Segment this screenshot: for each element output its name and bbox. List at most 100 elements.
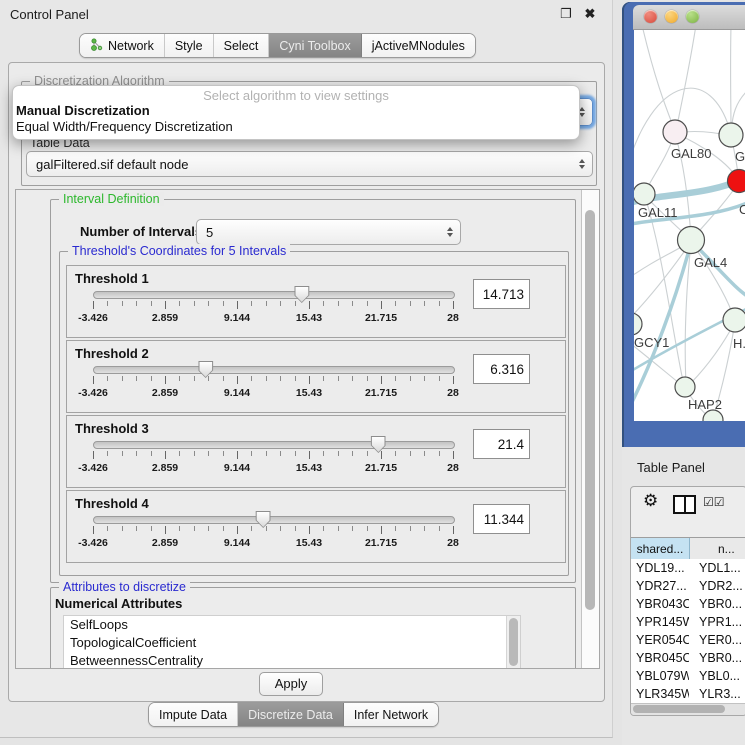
- slider-ticks: [93, 526, 453, 535]
- network-canvas[interactable]: GAL80 G... C... GAL11 GAL4 GCY1 H... HAP…: [634, 30, 745, 421]
- table-row[interactable]: YDL19...YDL1...: [631, 559, 745, 577]
- node-label-gal11: GAL11: [638, 205, 678, 220]
- tab-impute-data[interactable]: Impute Data: [149, 703, 238, 726]
- threshold-value-field[interactable]: 6.316: [473, 354, 530, 384]
- threshold-slider[interactable]: [93, 366, 455, 374]
- list-item[interactable]: TopologicalCoefficient: [64, 634, 520, 652]
- close-icon[interactable]: ✖: [582, 6, 598, 22]
- table-row[interactable]: YBR043CYBR0...: [631, 595, 745, 613]
- table-cell: YER054C: [631, 631, 689, 649]
- table-cell: YDR2...: [689, 577, 745, 595]
- slider-ticks: [93, 301, 453, 310]
- zoom-traffic-light-icon[interactable]: [686, 10, 699, 23]
- table-data-combobox[interactable]: galFiltered.sif default node: [26, 151, 593, 177]
- network-view-window: GAL80 G... C... GAL11 GAL4 GCY1 H... HAP…: [622, 2, 745, 447]
- num-intervals-value: 5: [206, 225, 213, 240]
- close-traffic-light-icon[interactable]: [644, 10, 657, 23]
- node-h[interactable]: [723, 308, 745, 332]
- node-gal11[interactable]: [634, 183, 655, 205]
- node-label-h: H...: [733, 336, 745, 351]
- node-gal4[interactable]: [678, 227, 705, 254]
- table-row[interactable]: YBR045CYBR0...: [631, 649, 745, 667]
- table-panel: Table Panel ⚙ ☑☑ shared... n... YDL19...…: [622, 447, 745, 745]
- table-data-value: galFiltered.sif default node: [36, 157, 188, 172]
- table-row[interactable]: YLR345WYLR3...: [631, 685, 745, 703]
- node-label-gcy1: GCY1: [634, 335, 669, 350]
- tab-label: Impute Data: [159, 708, 227, 722]
- threshold-slider[interactable]: [93, 291, 455, 299]
- threshold-slider[interactable]: [93, 441, 455, 449]
- threshold-slider[interactable]: [93, 516, 455, 524]
- threshold-row: Threshold 2 -3.4262.8599.14415.4321.7152…: [66, 340, 566, 413]
- tab-discretize-data[interactable]: Discretize Data: [238, 703, 344, 726]
- table-row[interactable]: YDR27...YDR2...: [631, 577, 745, 595]
- apply-button[interactable]: Apply: [259, 672, 323, 696]
- dropdown-option-manual[interactable]: Manual Discretization: [13, 103, 579, 119]
- list-item[interactable]: BetweennessCentrality: [64, 652, 520, 669]
- table-hscrollbar[interactable]: [631, 703, 745, 715]
- minimize-traffic-light-icon[interactable]: [665, 10, 678, 23]
- threshold-value-field[interactable]: 11.344: [473, 504, 530, 534]
- node-label-gal80: GAL80: [671, 146, 711, 161]
- table-row[interactable]: YPR145WYPR1...: [631, 613, 745, 631]
- list-scrollbar[interactable]: [506, 616, 520, 669]
- column-header-name[interactable]: n...: [690, 538, 745, 560]
- node-red-selected[interactable]: [728, 170, 745, 193]
- show-columns-checkboxes-icon[interactable]: ☑☑: [703, 495, 725, 509]
- combo-stepper-icon: [579, 159, 585, 169]
- dropdown-prompt: Select algorithm to view settings: [13, 88, 579, 103]
- tab-label: Discretize Data: [248, 708, 333, 722]
- num-intervals-combobox[interactable]: 5: [196, 219, 461, 245]
- control-panel-window: Control Panel ❐ ✖ Network Style Select C…: [0, 0, 613, 738]
- table-header: shared... n...: [631, 537, 745, 561]
- split-columns-icon[interactable]: [673, 495, 696, 514]
- node-label-gal4: GAL4: [694, 255, 727, 270]
- column-header-shared-name[interactable]: shared...: [631, 538, 690, 560]
- table-cell: YLR345W: [631, 685, 689, 703]
- tab-label: Network: [108, 39, 154, 53]
- tab-network[interactable]: Network: [80, 34, 165, 57]
- tab-style[interactable]: Style: [165, 34, 214, 57]
- node-gcy1[interactable]: [634, 313, 642, 335]
- table-cell: YBL0...: [689, 667, 745, 685]
- numerical-attributes-list[interactable]: SelfLoopsTopologicalCoefficientBetweenne…: [63, 615, 521, 669]
- threshold-value-field[interactable]: 14.713: [473, 279, 530, 309]
- group-title: Interval Definition: [59, 192, 164, 206]
- top-tab-bar: Network Style Select Cyni Toolbox jActiv…: [79, 33, 476, 58]
- table-cell: YBR0...: [689, 595, 745, 613]
- table-panel-title: Table Panel: [637, 460, 705, 475]
- num-intervals-label: Number of Intervals: [80, 224, 202, 239]
- node-gal80[interactable]: [663, 120, 687, 144]
- table-cell: YPR145W: [631, 613, 689, 631]
- network-icon: [90, 38, 103, 54]
- tab-label: jActiveMNodules: [372, 39, 465, 53]
- tab-select[interactable]: Select: [214, 34, 270, 57]
- node-hap2[interactable]: [675, 377, 695, 397]
- bottom-tab-bar: Impute Data Discretize Data Infer Networ…: [148, 702, 439, 727]
- tab-label: Style: [175, 39, 203, 53]
- threshold-label: Threshold 4: [75, 496, 149, 511]
- tab-infer-network[interactable]: Infer Network: [344, 703, 438, 726]
- tab-jactivemnodules[interactable]: jActiveMNodules: [362, 34, 475, 57]
- node-g[interactable]: [719, 123, 743, 147]
- table-row[interactable]: YER054CYER0...: [631, 631, 745, 649]
- threshold-label: Threshold 2: [75, 346, 149, 361]
- slider-ticks: [93, 451, 453, 460]
- settings-scrollbar[interactable]: [581, 190, 599, 668]
- list-item[interactable]: SelfLoops: [64, 616, 520, 634]
- slider-labels: -3.4262.8599.14415.4321.71528: [93, 312, 453, 325]
- gear-icon[interactable]: ⚙: [643, 491, 658, 511]
- table-row[interactable]: YBL079WYBL0...: [631, 667, 745, 685]
- threshold-row: Threshold 4 -3.4262.8599.14415.4321.7152…: [66, 490, 566, 563]
- table-cell: YPR1...: [689, 613, 745, 631]
- combo-stepper-icon: [447, 227, 453, 237]
- cyni-toolbox-content: Discretization Algorithm Table Data galF…: [8, 62, 605, 702]
- group-title: Attributes to discretize: [59, 580, 190, 594]
- thresholds-coordinates-group: Threshold's Coordinates for 5 Intervals …: [59, 251, 569, 576]
- network-window-titlebar[interactable]: [633, 5, 745, 30]
- threshold-value-field[interactable]: 21.4: [473, 429, 530, 459]
- float-window-icon[interactable]: ❐: [558, 6, 574, 22]
- dropdown-option-equal-width[interactable]: Equal Width/Frequency Discretization: [13, 119, 579, 135]
- node-table-body[interactable]: YDL19...YDL1...YDR27...YDR2...YBR043CYBR…: [631, 559, 745, 704]
- tab-cyni-toolbox[interactable]: Cyni Toolbox: [269, 34, 361, 57]
